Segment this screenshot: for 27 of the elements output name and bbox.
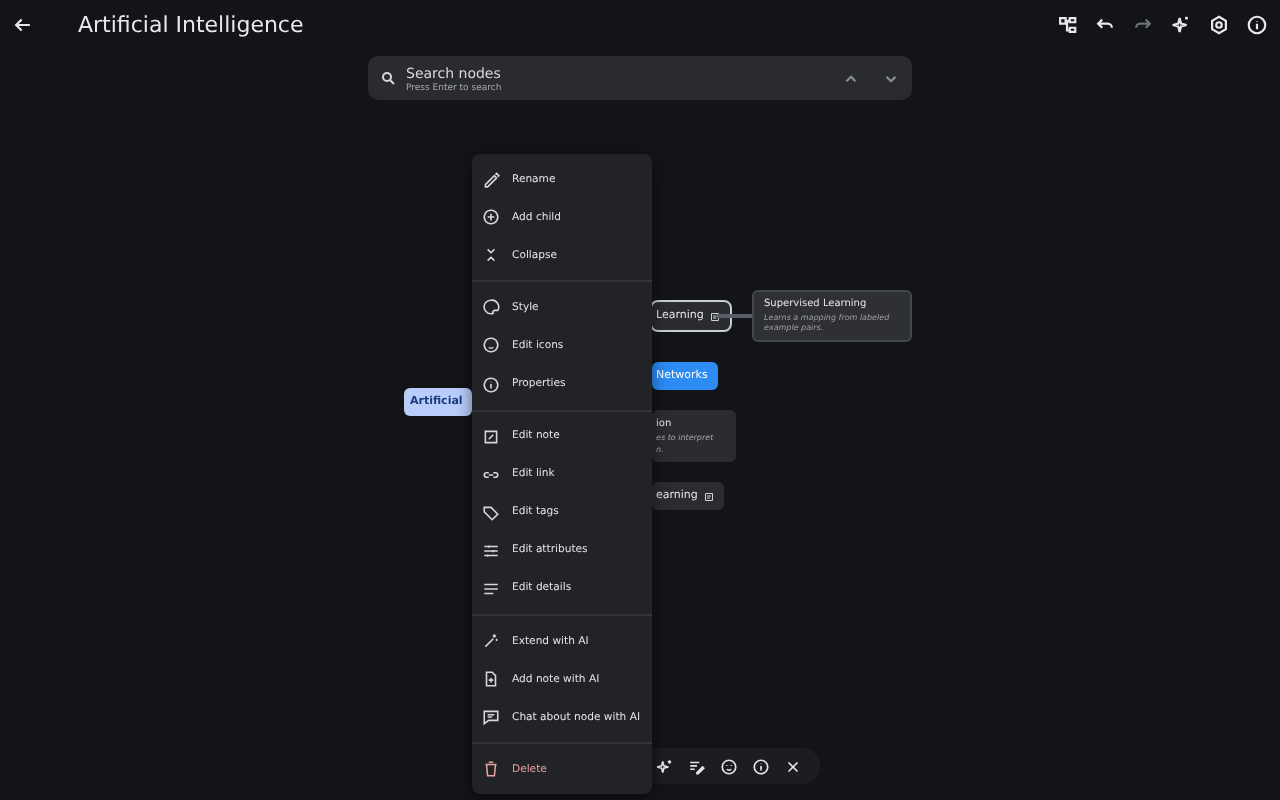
info-icon[interactable] xyxy=(752,757,770,775)
close-icon[interactable] xyxy=(784,757,802,775)
back-icon[interactable] xyxy=(12,13,34,35)
menu-item-icon xyxy=(482,579,500,598)
settings-icon[interactable] xyxy=(1208,13,1230,35)
menu-item-icon xyxy=(482,208,500,227)
menu-item-icon xyxy=(482,298,500,317)
menu-item-icon xyxy=(482,375,500,394)
edit-icon[interactable] xyxy=(688,757,706,775)
menu-item-icon xyxy=(482,503,500,522)
menu-item-icon xyxy=(482,708,500,727)
tree-icon[interactable] xyxy=(1056,13,1078,35)
menu-item-icon xyxy=(482,632,500,651)
sparkle-icon[interactable] xyxy=(1170,13,1192,35)
menu-item-icon xyxy=(482,170,500,189)
sparkle-icon[interactable] xyxy=(656,757,674,775)
info-icon[interactable] xyxy=(1246,13,1268,35)
search-icon xyxy=(380,70,396,86)
menu-item-icon xyxy=(482,246,500,265)
menu-item-icon xyxy=(482,670,500,689)
page-title: Artificial Intelligence xyxy=(78,11,304,37)
smiley-icon[interactable] xyxy=(720,757,738,775)
menu-item-icon xyxy=(482,760,500,779)
connector-line xyxy=(716,314,752,317)
menu-item-icon xyxy=(482,541,500,560)
menu-item-icon xyxy=(482,336,500,355)
menu-item-icon xyxy=(482,427,500,446)
